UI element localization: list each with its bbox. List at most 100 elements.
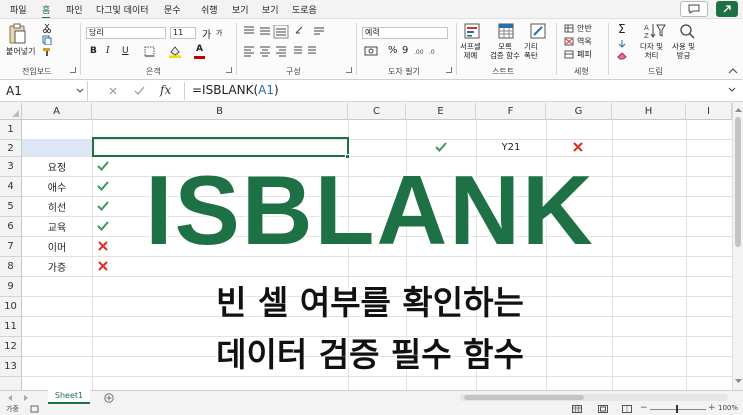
zoom-slider-thumb[interactable] bbox=[676, 405, 678, 413]
cell-styles-button[interactable]: 기티 폭탄 bbox=[524, 42, 538, 60]
zoom-out-button[interactable]: − bbox=[640, 403, 648, 413]
conditional-format-icon[interactable] bbox=[464, 23, 480, 39]
active-cell-b2[interactable] bbox=[92, 137, 349, 157]
cell-a7[interactable]: 이머 bbox=[22, 239, 92, 254]
autosum-button[interactable]: Σ bbox=[618, 22, 626, 36]
grow-font-button[interactable]: 가 bbox=[202, 26, 211, 41]
cell-a4[interactable]: 애수 bbox=[22, 179, 92, 194]
page-layout-view-icon[interactable] bbox=[598, 405, 608, 413]
cut-icon[interactable] bbox=[42, 23, 52, 33]
comma-button[interactable]: 9 bbox=[402, 45, 408, 56]
paste-button[interactable] bbox=[6, 23, 28, 48]
cell-a6[interactable]: 교육 bbox=[22, 219, 92, 234]
accounting-icon[interactable] bbox=[364, 45, 378, 57]
zoom-in-button[interactable]: + bbox=[708, 403, 716, 413]
font-color-button[interactable]: A bbox=[196, 44, 203, 54]
scroll-down-icon[interactable] bbox=[735, 379, 742, 384]
alignment-launcher[interactable] bbox=[346, 67, 352, 73]
row-header-11[interactable]: 11 bbox=[0, 317, 22, 337]
horizontal-scroll-thumb[interactable] bbox=[464, 395, 584, 400]
column-header-a[interactable]: A bbox=[22, 103, 92, 120]
column-header-g[interactable]: G bbox=[546, 103, 612, 120]
sheet-tab-sheet1[interactable]: Sheet1 bbox=[48, 390, 90, 404]
format-cells-button[interactable]: 폐피 bbox=[577, 49, 592, 60]
prev-sheet-icon[interactable] bbox=[6, 394, 14, 402]
conditional-format-button[interactable]: 서프셀 제예 bbox=[460, 42, 481, 60]
number-format-select[interactable]: 예력 bbox=[362, 27, 448, 39]
horizontal-scrollbar[interactable] bbox=[460, 394, 728, 401]
share-button[interactable] bbox=[716, 1, 738, 17]
row-header-6[interactable]: 6 bbox=[0, 217, 22, 237]
vertical-scroll-thumb[interactable] bbox=[735, 117, 741, 247]
cell-a2[interactable] bbox=[22, 139, 92, 156]
row-header-7[interactable]: 7 bbox=[0, 237, 22, 257]
clear-icon[interactable] bbox=[616, 51, 628, 60]
menu-insert[interactable]: 파인 bbox=[66, 3, 83, 16]
menu-view[interactable]: 보기 bbox=[262, 3, 279, 16]
fill-color-icon[interactable] bbox=[168, 45, 182, 58]
row-header-10[interactable]: 10 bbox=[0, 297, 22, 317]
cancel-icon[interactable] bbox=[108, 86, 118, 96]
formula-input[interactable]: =ISBLANK(A1) bbox=[192, 83, 279, 97]
column-header-c[interactable]: C bbox=[348, 103, 406, 120]
cell-a3[interactable]: 요정 bbox=[22, 159, 92, 174]
page-break-view-icon[interactable] bbox=[622, 405, 632, 413]
normal-view-icon[interactable] bbox=[572, 405, 582, 413]
sort-filter-button[interactable]: 다자 및 처티 bbox=[640, 42, 663, 60]
format-as-table-button[interactable]: 모록 검증 함수 bbox=[490, 42, 520, 60]
cell-styles-icon[interactable] bbox=[530, 23, 546, 39]
format-as-table-icon[interactable] bbox=[498, 23, 514, 39]
column-header-b[interactable]: B bbox=[92, 103, 348, 120]
row-header-4[interactable]: 4 bbox=[0, 177, 22, 197]
number-launcher[interactable] bbox=[446, 67, 452, 73]
scroll-up-icon[interactable] bbox=[735, 107, 742, 112]
format-painter-icon[interactable] bbox=[42, 47, 52, 57]
find-select-button[interactable]: 사용 및 방긍 bbox=[672, 42, 695, 60]
row-header-13[interactable]: 13 bbox=[0, 357, 22, 377]
accessibility-icon[interactable] bbox=[30, 405, 39, 413]
menu-formulas[interactable]: 문수 bbox=[164, 3, 181, 16]
cell-a8[interactable]: 가증 bbox=[22, 259, 92, 274]
collapse-ribbon-icon[interactable] bbox=[728, 67, 738, 75]
delete-cells-button[interactable]: 역옥 bbox=[577, 36, 592, 47]
column-header-f[interactable]: F bbox=[476, 103, 546, 120]
column-header-i[interactable]: I bbox=[686, 103, 732, 120]
menu-page-layout[interactable]: 다그및 데이터 bbox=[96, 3, 149, 16]
insert-cells-button[interactable]: 안반 bbox=[577, 23, 592, 34]
shrink-font-button[interactable]: 가 bbox=[216, 28, 222, 38]
bold-button[interactable]: B bbox=[90, 46, 97, 56]
row-header-2[interactable]: 2 bbox=[0, 140, 22, 157]
font-name-select[interactable]: 당리 bbox=[86, 27, 166, 39]
row-header-3[interactable]: 3 bbox=[0, 157, 22, 177]
name-box[interactable]: A1 bbox=[0, 81, 88, 101]
cell-f2[interactable]: Y21 bbox=[498, 142, 524, 153]
comments-button[interactable] bbox=[680, 1, 708, 17]
italic-button[interactable]: I bbox=[106, 46, 110, 56]
column-header-h[interactable]: H bbox=[612, 103, 686, 120]
copy-icon[interactable] bbox=[42, 35, 52, 45]
menu-data[interactable]: 쉬행 bbox=[201, 3, 218, 16]
alignment-icons[interactable] bbox=[242, 25, 332, 61]
menu-help[interactable]: 도로음 bbox=[292, 3, 317, 16]
add-sheet-icon[interactable] bbox=[104, 393, 114, 403]
enter-icon[interactable] bbox=[134, 86, 145, 96]
row-header-5[interactable]: 5 bbox=[0, 197, 22, 217]
vertical-scrollbar[interactable] bbox=[732, 103, 743, 390]
row-header-1[interactable]: 1 bbox=[0, 120, 22, 140]
decimal-icons[interactable]: .00 .0 bbox=[414, 46, 444, 56]
insert-function-button[interactable]: fx bbox=[160, 83, 171, 97]
underline-button[interactable]: U bbox=[122, 46, 129, 56]
clipboard-launcher[interactable] bbox=[70, 67, 76, 73]
font-size-select[interactable]: 11 bbox=[170, 27, 196, 39]
row-header-8[interactable]: 8 bbox=[0, 257, 22, 277]
row-header-12[interactable]: 12 bbox=[0, 337, 22, 357]
select-all-corner[interactable] bbox=[0, 103, 22, 120]
column-header-e[interactable]: E bbox=[406, 103, 476, 120]
menu-home[interactable]: 홈 bbox=[42, 3, 51, 19]
font-launcher[interactable] bbox=[226, 67, 232, 73]
menu-file[interactable]: 파일 bbox=[10, 3, 27, 16]
menu-review[interactable]: 보기 bbox=[232, 3, 249, 16]
next-sheet-icon[interactable] bbox=[22, 394, 30, 402]
fill-icon[interactable] bbox=[616, 39, 628, 49]
border-icon[interactable] bbox=[144, 46, 155, 57]
